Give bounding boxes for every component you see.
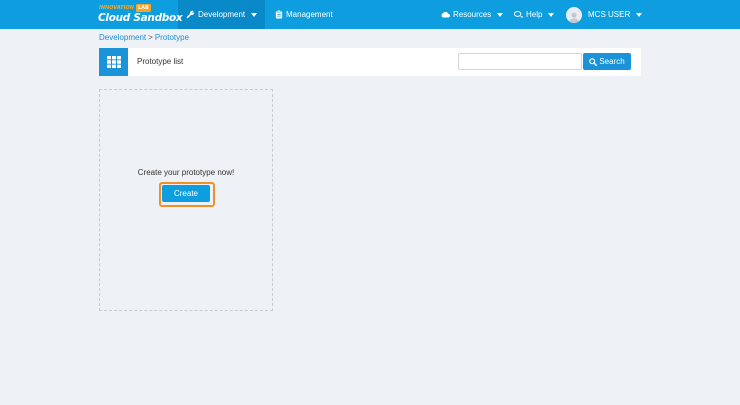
cloud-icon [441,11,450,18]
search-button[interactable]: Search [583,53,631,70]
nav-management-label: Management [286,10,333,19]
page-title: Prototype list [137,57,184,66]
search-input[interactable] [458,53,582,70]
chevron-down-icon [548,12,555,17]
brand-tagline: INNOVATION LAB [99,4,151,12]
nav-resources-label: Resources [453,10,492,19]
nav-help-menu[interactable]: Help [514,0,555,29]
chevron-down-icon [251,12,258,17]
search-button-label: Search [599,57,625,66]
brand-badge: LAB [135,4,151,12]
chevron-down-icon [497,12,504,17]
brand-logo[interactable]: INNOVATION LAB Cloud Sandbox [98,4,183,26]
breadcrumb-development-link[interactable]: Development [99,33,146,42]
clipboard-icon [275,10,283,19]
breadcrumb-separator: > [148,33,153,42]
nav-management-link[interactable]: Management [275,0,333,29]
nav-development-menu[interactable]: Development [186,0,258,29]
nav-resources-menu[interactable]: Resources [441,0,504,29]
create-prototype-card: Create your prototype now! Create [99,89,273,311]
nav-user-label: MCS USER [588,10,631,19]
search-icon [589,57,598,66]
page-header-bar: Prototype list Search [99,48,641,76]
top-navbar: INNOVATION LAB Cloud Sandbox Development … [0,0,740,29]
grid-icon [99,48,128,76]
breadcrumb: Development > Prototype [99,33,189,42]
breadcrumb-prototype-link[interactable]: Prototype [155,33,189,42]
avatar [566,6,582,23]
chevron-down-icon [636,12,643,17]
nav-user-menu[interactable]: MCS USER [566,0,643,29]
brand-name: Cloud Sandbox [98,12,183,24]
create-button[interactable]: Create [162,185,210,202]
create-prompt-text: Create your prototype now! [137,168,235,177]
wrench-icon [186,10,195,19]
chat-bubbles-icon [514,10,523,19]
nav-development-label: Development [198,10,246,19]
brand-tagline-text: INNOVATION [99,5,134,11]
nav-help-label: Help [526,10,543,19]
